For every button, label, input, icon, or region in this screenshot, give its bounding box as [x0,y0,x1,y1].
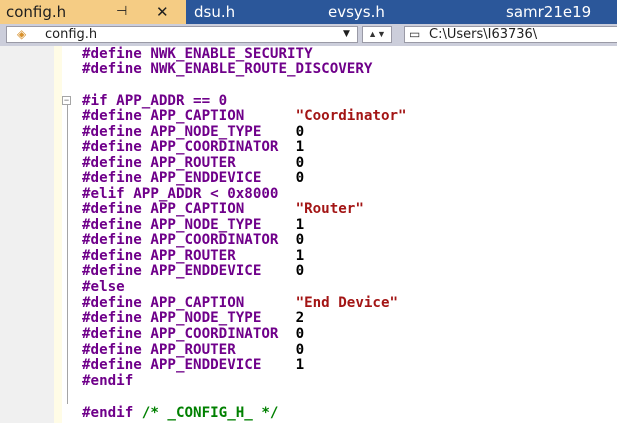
code-line: #define NWK_ENABLE_ROUTE_DISCOVERY [82,61,373,77]
line-number-gutter [0,46,54,423]
split-icon: ▲▼ [368,29,386,39]
code-line: #define APP_NODE_TYPE 2 [82,310,305,326]
document-icon: ▭ [409,27,421,41]
pin-icon[interactable]: ⊣ [116,0,127,24]
code-line: #define APP_COORDINATOR 0 [82,326,305,342]
code-line: #define APP_COORDINATOR 0 [82,232,305,248]
tab-label: dsu.h [194,3,236,21]
document-tab-bar: config.h ⊣ ✕ dsu.h evsys.h samr21e19 [0,0,617,24]
tab-dsu-h[interactable]: dsu.h [194,0,304,24]
code-line: #define APP_CAPTION "Router" [82,201,364,217]
tab-evsys-h[interactable]: evsys.h [328,0,468,24]
close-icon[interactable]: ✕ [156,0,169,24]
selection-margin [54,46,62,423]
navigation-bar: ◈ config.h ▼ ▲▼ ▭ C:\Users\I63736\ [0,24,617,46]
code-line: #define APP_NODE_TYPE 1 [82,217,305,233]
split-window-button[interactable]: ▲▼ [362,26,392,43]
code-line: #define APP_NODE_TYPE 0 [82,124,305,140]
code-editor[interactable]: − #define NWK_ENABLE_SECURITY #define NW… [0,46,617,423]
code-line: #else [82,279,125,295]
code-line: #if APP_ADDR == 0 [82,93,228,109]
code-line: #define APP_ENDDEVICE 0 [82,170,305,186]
code-line: #define APP_ROUTER 0 [82,342,305,358]
file-scope-text: config.h [45,27,98,42]
code-line: #elif APP_ADDR < 0x8000 [82,186,279,202]
tab-config-h[interactable]: config.h ⊣ ✕ [0,0,186,24]
path-text: C:\Users\I63736\ [429,27,538,42]
code-line: #define NWK_ENABLE_SECURITY [82,46,313,62]
tab-label: config.h [6,3,67,21]
code-line: #define APP_ENDDEVICE 0 [82,263,305,279]
code-line: #define APP_CAPTION "End Device" [82,295,399,311]
code-line: #endif /* _CONFIG_H_ */ [82,405,279,421]
chevron-down-icon[interactable]: ▼ [343,27,350,42]
fold-guide [67,104,68,404]
tab-samr21e19[interactable]: samr21e19 [506,0,617,24]
code-line: #define APP_ROUTER 0 [82,155,305,171]
tab-label: samr21e19 [506,3,592,21]
file-icon: ◈ [17,27,27,41]
path-dropdown[interactable]: ▭ C:\Users\I63736\ [404,26,617,43]
file-scope-dropdown[interactable]: ◈ config.h ▼ [6,26,358,43]
tab-label: evsys.h [328,3,385,21]
code-line: #endif [82,373,134,389]
code-line: #define APP_COORDINATOR 1 [82,139,305,155]
code-line: #define APP_ENDDEVICE 1 [82,357,305,373]
code-line: #define APP_ROUTER 1 [82,248,305,264]
code-line: #define APP_CAPTION "Coordinator" [82,108,407,124]
